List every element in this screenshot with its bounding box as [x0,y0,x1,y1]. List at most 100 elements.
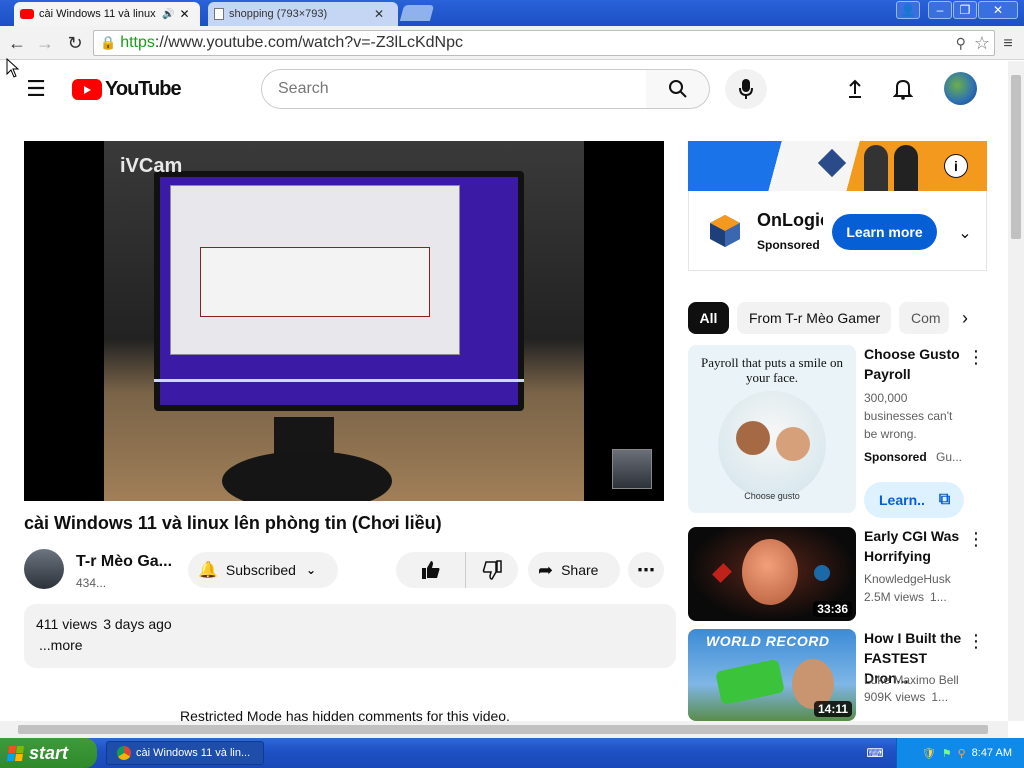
more-actions-button[interactable]: ⋯ [628,552,664,588]
tab-label: cài Windows 11 và linux lê [39,8,157,20]
notifications-button[interactable] [890,76,916,102]
back-arrow-icon[interactable]: ← [4,30,30,56]
search-input[interactable]: Search [261,69,647,109]
tab-label: shopping (793×793) [229,8,328,20]
chrome-icon [117,746,131,760]
url-scheme: https [120,34,155,51]
window-label: cài Windows 11 và lin... [136,747,251,759]
blue-sphere [814,565,830,581]
extension-icon[interactable]: ⚲ [956,35,966,52]
taskbar-window-button[interactable]: cài Windows 11 và lin... [106,741,264,765]
chevron-down-icon: ⌄ [305,563,317,577]
installer-dialog [200,247,430,317]
rec-title[interactable]: Early CGI Was Horrifying [864,526,964,566]
microphone-icon [739,79,753,99]
search-button[interactable] [646,69,710,109]
progress-line [154,379,524,382]
rec-views: 2.5M views [864,590,925,604]
banner-person [894,145,918,191]
video-overlay-text: iVCam [120,155,183,177]
rec-title[interactable]: Choose Gusto Payroll [864,344,964,384]
subscribed-label: Subscribed [225,562,296,578]
network-icon[interactable]: ⚑ [942,747,952,760]
windows-flag-icon [6,745,25,761]
youtube-play-icon [72,79,102,100]
dislike-button[interactable] [466,552,518,588]
youtube-favicon-icon [20,9,34,19]
video-title: cài Windows 11 và linux lên phòng tin (C… [24,513,442,533]
thumbs-down-icon [482,560,502,580]
page-icon [214,8,224,20]
rec-age: 1... [930,590,947,604]
rec-channel[interactable]: Luke Maximo Bell [864,673,959,687]
gusto-learn-button[interactable]: Learn.. ⧉ [864,482,964,518]
learn-more-button[interactable]: Learn more [832,214,937,250]
close-window-button[interactable]: ✕ [978,1,1018,19]
scrollbar-thumb[interactable] [18,725,988,734]
forward-arrow-icon[interactable]: → [32,30,58,56]
info-icon[interactable]: i [944,154,968,178]
thumb-overlay-text: WORLD RECORD [706,633,830,649]
tab-close-icon[interactable]: ✕ [374,7,384,21]
rec-sponsored: Sponsored [864,450,927,464]
tab-close-icon[interactable]: ✕ [179,7,189,21]
video-player[interactable]: iVCam [24,141,664,501]
rec-menu-icon[interactable]: ⋮ [966,631,986,651]
rec-description: 300,000 businesses can't be wrong. Choos… [864,391,953,441]
chip-more[interactable]: Com [899,302,949,334]
restore-button[interactable]: ❐ [953,1,977,19]
user-icon[interactable]: 👤 [896,1,920,19]
clock: 8:47 AM [971,747,1012,759]
vertical-scrollbar[interactable] [1008,61,1024,721]
channel-watermark[interactable] [612,449,652,489]
upload-age: 3 days ago [103,616,172,632]
ad-brand: OnLogic [757,210,823,230]
gusto-ad-thumbnail[interactable]: Payroll that puts a smile on your face. … [688,345,856,513]
rec-thumbnail[interactable]: 33:36 [688,527,856,621]
rec-channel[interactable]: KnowledgeHusk [864,572,951,586]
avatar[interactable] [944,72,977,105]
create-button[interactable] [842,76,868,102]
tab-shopping[interactable]: shopping (793×793) ✕ [208,2,398,26]
horizontal-scrollbar[interactable] [0,721,1008,738]
youtube-logo[interactable]: YouTube [72,78,182,101]
security-shield-icon[interactable]: 🛡 [922,747,936,760]
more-link[interactable]: ...more [39,637,83,653]
search-tray-icon[interactable]: ⚲ [958,747,966,760]
chrome-menu-icon[interactable]: ≡ [998,34,1018,54]
channel-avatar[interactable] [24,549,64,589]
address-bar[interactable]: 🔒 https ://www.youtube.com/watch?v=-Z3lL… [93,30,995,56]
new-tab-button[interactable] [399,5,435,21]
cgi-head [742,539,798,605]
rec-age: 1... [931,690,949,704]
minimize-button[interactable]: – [928,1,952,19]
subscribed-button[interactable]: 🔔 Subscribed ⌄ [188,552,338,588]
rec-thumbnail[interactable]: WORLD RECORD 14:11 [688,629,856,721]
rec-menu-icon[interactable]: ⋮ [966,529,986,549]
hamburger-menu-icon[interactable]: ☰ [22,76,50,102]
reload-icon[interactable]: ↻ [62,30,88,56]
channel-name[interactable]: T-r Mèo Ga... [76,553,176,571]
bookmark-star-icon[interactable]: ☆ [974,33,990,54]
scrollbar-thumb[interactable] [1011,75,1021,239]
tab-youtube[interactable]: cài Windows 11 và linux lê 🔊 ✕ [14,2,200,26]
start-button[interactable]: start [0,738,97,768]
voice-search-button[interactable] [725,69,767,109]
chevron-right-icon[interactable]: › [950,302,980,334]
upload-icon [849,79,861,98]
ad-banner-image[interactable]: i [688,141,987,191]
description-box[interactable]: 411 views 3 days ago ...more [24,604,676,668]
chevron-down-icon[interactable]: ⌄ [954,222,976,244]
keyboard-icon[interactable]: ⌨ [866,744,884,762]
rec-menu-icon[interactable]: ⋮ [966,347,986,367]
ad-sponsored: Sponsored [757,238,820,252]
bell-icon [893,79,913,100]
url-text: ://www.youtube.com/watch?v=-Z3lLcKdNpc [154,34,464,51]
share-button[interactable]: ➦ Share [528,552,620,588]
chip-all[interactable]: All [688,302,729,334]
external-link-icon: ⧉ [938,491,951,508]
lock-icon: 🔒 [100,35,117,50]
speaker-icon: 🔊 [162,8,175,20]
chip-channel[interactable]: From T-r Mèo Gamer [737,302,891,334]
like-button[interactable] [396,552,466,588]
